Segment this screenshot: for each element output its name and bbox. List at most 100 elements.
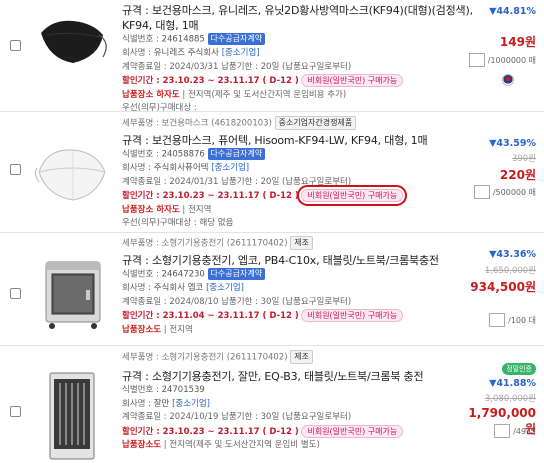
id-value: 24614885 <box>161 34 205 45</box>
discount-rate: ▼43.59% <box>489 138 536 149</box>
company-line: 회사명 : 유니레즈 주식회사 [중소기업] <box>122 47 474 61</box>
quantity-control: /1000000 매 <box>468 53 536 67</box>
sme-badge: [중소기업] <box>221 48 260 58</box>
product-image[interactable] <box>32 4 112 82</box>
contract-line: 계약종료일 : 2024/03/31 납품기한 : 20일 (납품요구일로부터) <box>122 61 474 75</box>
place-line: 납품장소도 | 전지역(제주 및 도서산간지역 운임비 별도) <box>122 440 320 450</box>
sme-badge: [중소기업] <box>206 283 244 293</box>
discount-period: 23.10.23 ~ 23.11.17 ( D-12 ) <box>162 191 299 201</box>
quantity-control: /500000 매 <box>473 185 536 199</box>
product-image[interactable] <box>32 255 112 333</box>
spec-label: 규격 : <box>122 4 152 17</box>
quantity-unit: /500000 매 <box>492 187 536 197</box>
category-line: 세부품명 : 소형기기용충전기 (2611170402) 제조 <box>122 350 474 364</box>
place-value: 전지역(제주 및 도서산간지역 운임비용 추가) <box>187 89 347 100</box>
place-value: 전지역(제주 및 도서산간지역 운임비 별도) <box>169 440 320 450</box>
product-spec[interactable]: 규격 : 소형기기용충전기, 잘만, EQ-B3, 태블릿/노트북/크롬북 충전 <box>122 369 474 384</box>
discount-rate: ▼44.81% <box>489 6 536 17</box>
discount-rate: ▼43.36% <box>489 249 536 260</box>
id-line: 식별번호 : 24614885 다수공급자계약 <box>122 33 474 47</box>
manufacture-badge: 제조 <box>290 236 313 250</box>
discount-period: 23.10.23 ~ 23.11.17 ( D-12 ) <box>162 426 299 437</box>
category-line: 세부품명 : 소형기기용충전기 (2611170402) 제조 <box>122 236 474 250</box>
company-name[interactable]: 유니레즈 주식회사 <box>154 48 219 58</box>
spec-text: 소형기기용충전기, 엡코, PB4-C10x, 태블릿/노트북/크롬북충전 <box>151 254 439 267</box>
place-value: 전지역 <box>187 204 212 215</box>
company-name[interactable]: 주식회사 엡코 <box>154 283 204 293</box>
quantity-control: /100 대 <box>489 313 536 327</box>
quantity-control: /49 대 <box>494 424 536 438</box>
company-name[interactable]: 잘만 <box>154 399 170 409</box>
priority-line: 우선(의무)구매대상 : 해당 없음 <box>122 217 474 231</box>
list-item: 세부품명 : 소형기기용충전기 (2611170402) 제조 규격 : 소형기… <box>0 233 544 346</box>
sme-competition-badge: 중소기업자간경쟁제품 <box>274 116 357 130</box>
company-line: 회사명 : 주식회사퓨어텍 [중소기업] <box>122 162 474 176</box>
original-price: 1,650,000원 <box>484 266 536 276</box>
quantity-unit: /49 대 <box>513 426 536 436</box>
quantity-input[interactable] <box>468 53 485 67</box>
sale-price: 149원 <box>499 35 536 49</box>
company-label: 회사명 : <box>122 48 154 58</box>
delivery-terms: 납품기한 : 20일 (납품요구일로부터) <box>221 61 352 72</box>
place-line: 납품장소 하자도 | 전지역(제주 및 도서산간지역 운임비용 추가) <box>122 89 347 100</box>
list-item: 세부품명 : 보건용마스크 (4618200103) 중소기업자간경쟁제품 규격… <box>0 112 544 233</box>
product-image[interactable] <box>32 368 112 463</box>
contract-line: 계약종료일 : 2024/10/19 납품기한 : 30일 (납품요구일로부터) <box>122 411 474 425</box>
id-value: 24647230 <box>161 269 205 280</box>
certification-badge: 정밀인증 <box>502 363 536 375</box>
contract-date: 2024/10/19 <box>169 412 219 422</box>
delivery-terms: 납품기한 : 20일 (납품요구일로부터) <box>221 176 352 187</box>
product-spec[interactable]: 규격 : 보건용마스크, 유니레즈, 유닛2D황사방역마스크(KF94)(대형)… <box>122 3 474 33</box>
id-label: 식별번호 : <box>122 149 162 160</box>
contract-date: 2024/01/31 <box>169 176 219 187</box>
spec-label: 규격 : <box>122 254 152 267</box>
list-item: 세부품명 : 소형기기용충전기 (2611170402) 제조 규격 : 소형기… <box>0 346 544 463</box>
place-label: 납품장소 하자도 <box>122 204 180 215</box>
product-spec[interactable]: 규격 : 소형기기용충전기, 엡코, PB4-C10x, 태블릿/노트북/크롬북… <box>122 253 474 268</box>
discount-label: 할인기간 : <box>122 191 163 201</box>
spec-text: 보건용마스크, 퓨어텍, Hisoom-KF94-LW, KF94, 대형, 1… <box>151 134 428 147</box>
quantity-unit: /1000000 매 <box>487 55 536 65</box>
company-label: 회사명 : <box>122 398 154 409</box>
discount-line: 할인기간 : 23.10.23 ~ 23.11.17 ( D-12 ) 비회원(… <box>122 74 474 89</box>
company-name[interactable]: 주식회사퓨어텍 <box>154 163 209 173</box>
select-checkbox[interactable] <box>10 288 21 299</box>
spec-text: 보건용마스크, 유니레즈, 유닛2D황사방역마스크(KF94)(대형)(검정색)… <box>122 4 473 32</box>
discount-label: 할인기간 : <box>122 426 163 437</box>
sme-badge: [중소기업] <box>172 398 210 409</box>
product-spec[interactable]: 규격 : 보건용마스크, 퓨어텍, Hisoom-KF94-LW, KF94, … <box>122 133 474 148</box>
place-value: 전지역 <box>169 324 193 335</box>
product-image[interactable] <box>32 134 112 212</box>
certification-icon <box>502 74 514 86</box>
priority-label: 우선(의무)구매대상 : <box>122 218 197 228</box>
select-checkbox[interactable] <box>10 164 21 175</box>
sale-price: 220원 <box>499 168 536 182</box>
multi-supplier-tag: 다수공급자계약 <box>207 148 266 160</box>
quantity-input[interactable] <box>489 313 506 327</box>
id-line: 식별번호 : 24701539 <box>122 384 474 398</box>
charging-cabinet-image <box>45 261 101 329</box>
product-list: 규격 : 보건용마스크, 유니레즈, 유닛2D황사방역마스크(KF94)(대형)… <box>0 0 544 463</box>
discount-line: 할인기간 : 23.10.23 ~ 23.11.17 ( D-12 ) 비회원(… <box>122 185 474 206</box>
id-label: 식별번호 : <box>122 34 162 45</box>
category-label: 세부품명 : 소형기기용충전기 (2611170402) <box>122 352 288 363</box>
spec-label: 규격 : <box>122 134 152 147</box>
quantity-input[interactable] <box>473 185 490 199</box>
select-checkbox[interactable] <box>10 40 21 51</box>
quantity-input[interactable] <box>494 424 511 438</box>
sme-badge: [중소기업] <box>211 163 250 173</box>
multi-supplier-tag: 다수공급자계약 <box>207 268 266 280</box>
discount-period: 23.11.04 ~ 23.11.17 ( D-12 ) <box>162 311 299 321</box>
place-label: 납품장소도 <box>122 440 162 450</box>
place-label: 납품장소 하자도 <box>122 89 180 100</box>
discount-period: 23.10.23 ~ 23.11.17 ( D-12 ) <box>162 76 299 86</box>
charging-locker-image <box>49 372 95 459</box>
public-purchase-badge: 비회원(일반국민) 구매가능 <box>301 309 404 322</box>
company-line: 회사명 : 주식회사 엡코 [중소기업] <box>122 282 474 296</box>
manufacture-badge: 제조 <box>290 350 313 364</box>
id-label: 식별번호 : <box>122 269 162 280</box>
contract-date: 2024/03/31 <box>169 61 219 72</box>
select-checkbox[interactable] <box>10 406 21 417</box>
discount-line: 할인기간 : 23.10.23 ~ 23.11.17 ( D-12 ) 비회원(… <box>122 424 474 440</box>
black-mask-image <box>41 20 107 63</box>
